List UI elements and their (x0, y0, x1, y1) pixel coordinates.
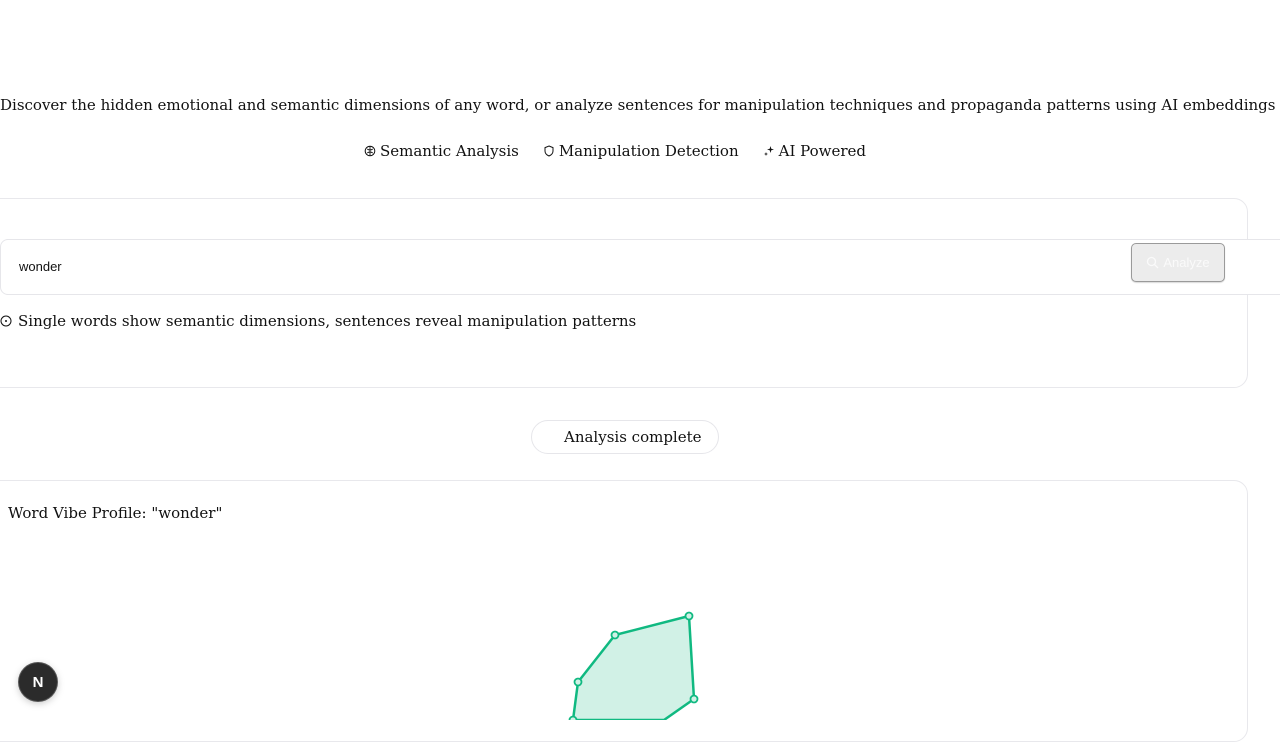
sparkles-icon (763, 146, 774, 156)
analyze-button-label: Analyze (1163, 255, 1210, 270)
search-input[interactable] (17, 258, 821, 275)
status-label: Analysis complete (564, 428, 702, 446)
feature-label: Manipulation Detection (558, 142, 739, 160)
search-box[interactable] (0, 239, 1280, 295)
word-vibe-radar (568, 611, 699, 720)
radar-point (568, 715, 578, 720)
radar-point (610, 630, 620, 640)
feature-ai-powered: AI Powered (763, 142, 866, 160)
shield-icon (544, 145, 554, 157)
feature-label: Semantic Analysis (379, 142, 519, 160)
fab-label: N (32, 673, 44, 691)
input-hint: Single words show semantic dimensions, s… (0, 312, 636, 330)
feature-list: Semantic Analysis Manipulation Detection… (0, 142, 1230, 160)
radar-area (571, 614, 696, 720)
brain-icon (364, 145, 376, 157)
feature-label: AI Powered (778, 142, 867, 160)
hint-text: Single words show semantic dimensions, s… (18, 312, 637, 330)
analyze-button[interactable]: Analyze (1131, 243, 1225, 282)
search-icon (1147, 256, 1159, 269)
info-icon (0, 315, 12, 327)
radar-point (689, 694, 699, 704)
radar-point (573, 677, 583, 687)
page-tagline: Discover the hidden emotional and semant… (0, 96, 1276, 114)
feature-semantic-analysis: Semantic Analysis (364, 142, 519, 160)
nextjs-dev-button[interactable]: N (19, 663, 57, 701)
result-title: Word Vibe Profile: "wonder" (8, 504, 223, 522)
feature-manipulation-detection: Manipulation Detection (543, 142, 739, 160)
radar-point (684, 611, 694, 621)
status-badge: Analysis complete (531, 420, 719, 454)
